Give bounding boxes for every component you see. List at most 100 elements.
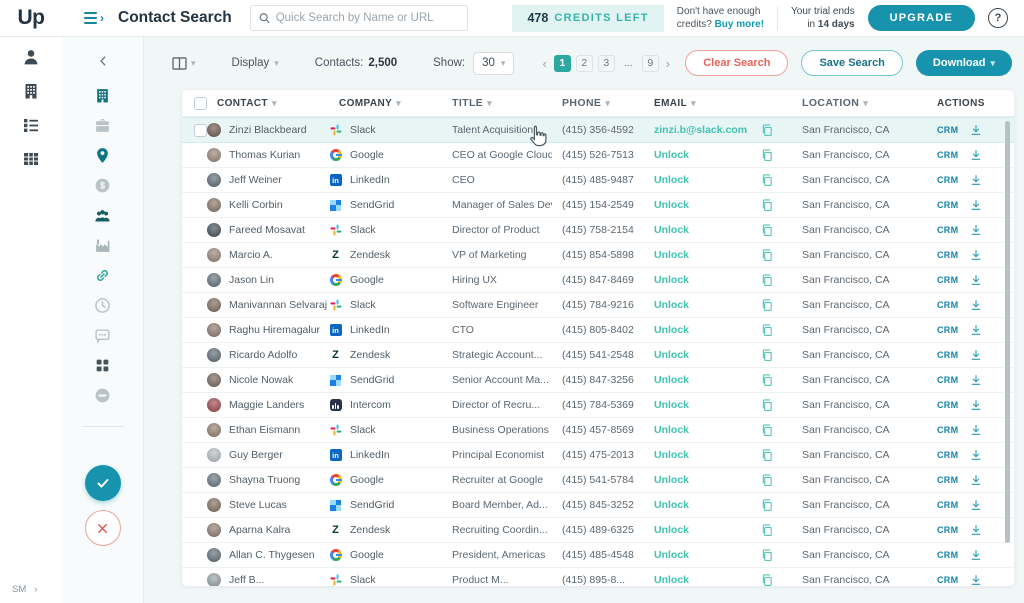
table-row[interactable]: Fareed MosavatSlackDirector of Product(4… (182, 218, 1014, 243)
contact-email-link[interactable]: zinzi.b@slack.com (654, 124, 747, 136)
download-icon[interactable] (970, 324, 982, 336)
next-page-button[interactable]: › (664, 56, 672, 71)
copy-icon[interactable] (760, 173, 773, 187)
row-checkbox[interactable] (182, 318, 207, 342)
unlock-email-button[interactable]: Unlock (654, 524, 689, 536)
contact-name[interactable]: Guy Berger (229, 449, 283, 461)
column-header-location[interactable]: LOCATION▾ (792, 97, 927, 109)
download-icon[interactable] (970, 199, 982, 211)
unlock-email-button[interactable]: Unlock (654, 149, 689, 161)
crm-button[interactable]: CRM (937, 400, 958, 410)
table-row[interactable]: Nicole NowakSendGridSenior Account Ma...… (182, 368, 1014, 393)
download-icon[interactable] (970, 474, 982, 486)
company-building-icon[interactable] (22, 82, 40, 100)
crm-button[interactable]: CRM (937, 200, 958, 210)
unlock-email-button[interactable]: Unlock (654, 549, 689, 561)
copy-icon[interactable] (760, 398, 773, 412)
display-menu[interactable]: Display ▾ (232, 57, 279, 69)
table-row[interactable]: Marcio A.ZZendeskVP of Marketing(415) 85… (182, 243, 1014, 268)
vertical-scrollbar[interactable] (1005, 121, 1010, 543)
save-search-button[interactable]: Save Search (801, 50, 902, 76)
industry-filter-icon[interactable] (94, 237, 111, 254)
table-row[interactable]: Allan C. ThygesenGooglePresident, Americ… (182, 543, 1014, 568)
row-checkbox[interactable] (182, 468, 207, 492)
quick-search-box[interactable] (250, 5, 468, 31)
company-name[interactable]: LinkedIn (350, 449, 390, 461)
page-button[interactable]: 9 (642, 55, 659, 72)
apps-filter-icon[interactable] (94, 357, 111, 374)
quick-search-input[interactable] (276, 12, 459, 24)
download-icon[interactable] (970, 274, 982, 286)
download-icon[interactable] (970, 349, 982, 361)
buy-more-link[interactable]: Buy more! (715, 19, 764, 30)
crm-button[interactable]: CRM (937, 150, 958, 160)
unlock-email-button[interactable]: Unlock (654, 474, 689, 486)
location-pin-filter-icon[interactable] (94, 147, 111, 164)
row-checkbox[interactable] (182, 218, 207, 242)
company-name[interactable]: SendGrid (350, 199, 394, 211)
download-icon[interactable] (970, 174, 982, 186)
download-icon[interactable] (970, 399, 982, 411)
contact-name[interactable]: Manivannan Selvaraj (229, 299, 327, 311)
row-checkbox[interactable] (182, 493, 207, 517)
contact-name[interactable]: Aparna Kalra (229, 524, 290, 536)
row-checkbox[interactable] (182, 543, 207, 567)
copy-icon[interactable] (760, 498, 773, 512)
table-row[interactable]: Raghu HiremagalurinLinkedInCTO(415) 805-… (182, 318, 1014, 343)
download-icon[interactable] (970, 574, 982, 586)
company-filter-icon[interactable] (94, 87, 111, 104)
collapse-rail-button[interactable] (96, 54, 110, 70)
unlock-email-button[interactable]: Unlock (654, 274, 689, 286)
contact-name[interactable]: Ricardo Adolfo (229, 349, 297, 361)
copy-icon[interactable] (760, 523, 773, 537)
apply-filters-button[interactable] (85, 465, 121, 501)
copy-icon[interactable] (760, 223, 773, 237)
unlock-email-button[interactable]: Unlock (654, 199, 689, 211)
page-button[interactable]: 2 (576, 55, 593, 72)
clear-filters-button[interactable] (85, 510, 121, 546)
table-row[interactable]: Shayna TruongGoogleRecruiter at Google(4… (182, 468, 1014, 493)
clear-search-button[interactable]: Clear Search (685, 50, 788, 76)
column-header-company[interactable]: COMPANY▾ (329, 98, 442, 109)
contact-name[interactable]: Jeff B... (229, 574, 264, 586)
table-row[interactable]: Manivannan SelvarajSlackSoftware Enginee… (182, 293, 1014, 318)
table-row[interactable]: Kelli CorbinSendGridManager of Sales Dev… (182, 193, 1014, 218)
exclude-filter-icon[interactable] (94, 387, 111, 404)
revenue-filter-icon[interactable]: $ (94, 177, 111, 194)
app-logo[interactable]: Up (0, 6, 62, 30)
crm-button[interactable]: CRM (937, 500, 958, 510)
table-row[interactable]: Jason LinGoogleHiring UX(415) 847-8469Un… (182, 268, 1014, 293)
select-all-checkbox[interactable] (182, 90, 207, 116)
row-checkbox[interactable] (182, 368, 207, 392)
table-row[interactable]: Maggie LandersIntercomDirector of Recru.… (182, 393, 1014, 418)
contact-name[interactable]: Nicole Nowak (229, 374, 293, 386)
crm-button[interactable]: CRM (937, 300, 958, 310)
unlock-email-button[interactable]: Unlock (654, 424, 689, 436)
company-name[interactable]: Intercom (350, 399, 391, 411)
company-name[interactable]: Google (350, 549, 384, 561)
copy-icon[interactable] (760, 248, 773, 262)
contact-name[interactable]: Allan C. Thygesen (229, 549, 315, 561)
contact-name[interactable]: Fareed Mosavat (229, 224, 305, 236)
crm-button[interactable]: CRM (937, 225, 958, 235)
column-header-phone[interactable]: PHONE▾ (552, 97, 644, 109)
row-checkbox[interactable] (182, 118, 207, 142)
column-layout-selector[interactable]: ▾ (172, 57, 196, 70)
unlock-email-button[interactable]: Unlock (654, 374, 689, 386)
contact-name[interactable]: Marcio A. (229, 249, 273, 261)
copy-icon[interactable] (760, 473, 773, 487)
copy-icon[interactable] (760, 573, 773, 586)
copy-icon[interactable] (760, 323, 773, 337)
table-row[interactable]: Thomas KurianGoogleCEO at Google Cloud(4… (182, 143, 1014, 168)
unlock-email-button[interactable]: Unlock (654, 499, 689, 511)
copy-icon[interactable] (760, 148, 773, 162)
contact-name[interactable]: Ethan Eismann (229, 424, 300, 436)
briefcase-filter-icon[interactable] (94, 117, 111, 134)
crm-button[interactable]: CRM (937, 450, 958, 460)
company-name[interactable]: SendGrid (350, 374, 394, 386)
download-icon[interactable] (970, 299, 982, 311)
copy-icon[interactable] (760, 348, 773, 362)
contact-name[interactable]: Jason Lin (229, 274, 274, 286)
copy-icon[interactable] (760, 448, 773, 462)
copy-icon[interactable] (760, 298, 773, 312)
